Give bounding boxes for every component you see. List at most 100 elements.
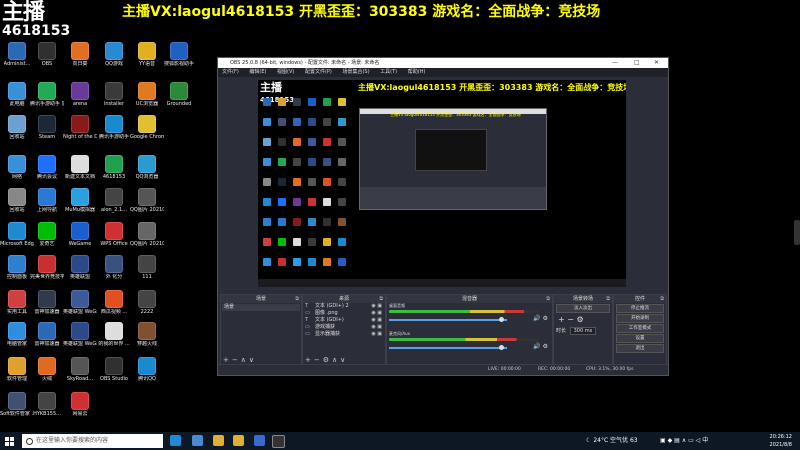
desktop-icon[interactable]: WPS Office xyxy=(97,222,131,247)
desktop-icon[interactable]: OBS xyxy=(30,42,64,67)
desktop-icon[interactable]: 上网导航 xyxy=(30,188,64,213)
desktop-icon[interactable]: 外 化分 xyxy=(97,255,131,280)
dock-float-icon[interactable]: ⧉ xyxy=(606,295,610,303)
desktop-icon[interactable]: 111 xyxy=(130,255,164,280)
desktop-icon[interactable]: 电脑管家 xyxy=(0,322,34,347)
desktop-icon[interactable]: 穿越火线 xyxy=(130,322,164,347)
desktop-icon[interactable]: SkyRoad... xyxy=(63,357,97,382)
add-icon[interactable]: + xyxy=(558,315,565,324)
desktop-icon[interactable]: Night of the Dead xyxy=(63,115,97,140)
move-up-icon[interactable]: ∧ xyxy=(332,356,337,364)
studio-mode-button[interactable]: 工作室模式 xyxy=(616,324,664,333)
desktop-icon[interactable]: 回收站 xyxy=(0,188,34,213)
desktop-icon[interactable]: 腾讯手游助手 xyxy=(97,115,131,140)
dock-float-icon[interactable]: ⧉ xyxy=(295,295,299,303)
menu-profile[interactable]: 配置文件(P) xyxy=(305,69,332,75)
desktop-icon[interactable]: Soft软件管家 ... xyxy=(0,392,34,417)
source-item[interactable]: ▭ 游戏捕获 ◉ ▣ xyxy=(303,324,385,331)
desktop-icon[interactable]: Grounded xyxy=(162,82,196,107)
desktop-icon[interactable]: WeGame xyxy=(63,222,97,247)
chevron-up-icon[interactable]: ∧ xyxy=(682,437,686,444)
desktop-icon[interactable]: 腾讯QQ xyxy=(130,357,164,382)
desktop-icon[interactable]: 完美世界竞技平台 xyxy=(30,255,64,280)
menu-help[interactable]: 帮助(H) xyxy=(408,69,426,75)
desktop-icon[interactable]: 网络 xyxy=(0,155,34,180)
menu-scene-collection[interactable]: 场景集合(S) xyxy=(342,69,369,75)
app-taskbar-icon[interactable] xyxy=(254,435,265,446)
desktop-icon[interactable]: arena xyxy=(63,82,97,107)
desktop-icon[interactable]: 英雄联盟 WeGame版 xyxy=(63,290,97,315)
stop-streaming-button[interactable]: 停止推流 xyxy=(616,304,664,313)
settings-button[interactable]: 设置 xyxy=(616,334,664,343)
volume-knob[interactable] xyxy=(499,317,504,322)
desktop-icon[interactable]: 的我的世界 ... xyxy=(97,322,131,347)
desktop-icon[interactable]: OBS Studio xyxy=(97,357,131,382)
source-item[interactable]: T 文本 (GDI+) 2 ◉ ▣ xyxy=(303,303,385,310)
desktop-icon[interactable]: Microsoft Edge xyxy=(0,222,34,247)
desktop-icon[interactable]: 回收站 xyxy=(0,115,34,140)
close-icon[interactable]: ✕ xyxy=(654,58,659,68)
desktop-icon[interactable]: QQ图片 20210803... xyxy=(130,222,164,247)
folder-taskbar-icon[interactable] xyxy=(233,435,244,446)
desktop-icon[interactable]: 英雄联盟 xyxy=(63,255,97,280)
desktop-icon[interactable]: installer xyxy=(97,82,131,107)
desktop-icon[interactable]: 向日葵 xyxy=(63,42,97,67)
remove-icon[interactable]: − xyxy=(314,356,320,364)
add-icon[interactable]: + xyxy=(223,356,229,364)
transition-select[interactable]: 淡入淡出 xyxy=(556,304,610,313)
desktop-icon[interactable]: HYKB155... xyxy=(30,392,64,417)
side-scroll-handle[interactable] xyxy=(794,220,800,245)
obs-title-bar[interactable]: OBS 25.0.8 (64-bit, windows) - 配置文件: 未命名… xyxy=(218,58,668,68)
speaker-gear-icon[interactable]: 🔊 ⚙ xyxy=(533,343,548,350)
move-down-icon[interactable]: ∨ xyxy=(340,356,345,364)
source-item[interactable]: ▭ 图像 .png ◉ ▣ xyxy=(303,310,385,317)
menu-tools[interactable]: 工具(T) xyxy=(380,69,397,75)
tray-app-icon[interactable]: ▤ xyxy=(674,437,680,444)
desktop-icon[interactable]: QQ图片 20210803... xyxy=(130,188,164,213)
obs-window[interactable]: OBS 25.0.8 (64-bit, windows) - 配置文件: 未命名… xyxy=(217,57,669,376)
desktop-icon[interactable]: 新建文本文档 xyxy=(63,155,97,180)
desktop-icon[interactable]: 爱奇艺 xyxy=(30,222,64,247)
desktop-icon[interactable]: 腾讯会议 xyxy=(30,155,64,180)
desktop-icon[interactable]: QQ浏览器 xyxy=(130,155,164,180)
start-recording-button[interactable]: 开始录制 xyxy=(616,314,664,323)
edge-taskbar-icon[interactable] xyxy=(170,435,181,446)
remove-icon[interactable]: − xyxy=(232,356,238,364)
dock-float-icon[interactable]: ⧉ xyxy=(546,295,550,303)
scene-item[interactable]: 场景 xyxy=(222,304,300,311)
menu-edit[interactable]: 编辑(E) xyxy=(249,69,266,75)
desktop-icon[interactable]: MuMu模拟器 xyxy=(63,188,97,213)
input-method-indicator[interactable]: 中 xyxy=(702,437,708,444)
volume-slider[interactable] xyxy=(389,347,507,349)
obs-preview-canvas[interactable]: 主播4618153 主播VX:laogul4618153 开黑歪歪：303383… xyxy=(258,80,626,287)
dock-float-icon[interactable]: ⧉ xyxy=(660,295,664,303)
desktop-icon[interactable]: 火绒 xyxy=(30,357,64,382)
taskbar-clock[interactable]: 20:26:12 2021/8/8 xyxy=(770,433,792,449)
add-icon[interactable]: + xyxy=(305,356,311,364)
desktop-icon[interactable]: Google Chrome xyxy=(130,115,164,140)
desktop-icon[interactable]: 网易云 xyxy=(63,392,97,417)
taskbar-search-input[interactable]: 在这里输入你要搜索的内容 xyxy=(22,434,163,448)
gear-icon[interactable]: ⚙ xyxy=(577,315,584,324)
desktop-icon[interactable]: 腾讯手游助手 加速器 xyxy=(30,82,64,107)
volume-slider[interactable] xyxy=(389,319,507,321)
gear-icon[interactable]: ⚙ xyxy=(323,356,329,364)
desktop-icon[interactable]: 英雄联盟 WeGame版 xyxy=(63,322,97,347)
desktop-icon[interactable]: 搜狐影视助手 xyxy=(162,42,196,67)
network-icon[interactable]: ▭ xyxy=(688,437,694,444)
source-item[interactable]: T 文本 (GDI+) ◉ ▣ xyxy=(303,317,385,324)
volume-icon[interactable]: ◁ xyxy=(696,437,701,444)
dock-float-icon[interactable]: ⧉ xyxy=(379,295,383,303)
desktop-icon[interactable]: 4618153 xyxy=(97,155,131,180)
desktop-icon[interactable]: QQ游戏 xyxy=(97,42,131,67)
volume-knob[interactable] xyxy=(499,345,504,350)
desktop-icon[interactable]: 雷神加速器 xyxy=(30,290,64,315)
obs-taskbar-icon[interactable] xyxy=(272,435,285,448)
tray-app-icon[interactable]: ▣ xyxy=(660,437,666,444)
desktop-icon[interactable]: aion_2.1... xyxy=(97,188,131,213)
desktop-icon[interactable]: Administ... xyxy=(0,42,34,67)
weather-widget[interactable]: ☾ 24°C 空气优 63 xyxy=(586,432,638,450)
desktop-icon[interactable]: UC浏览器 xyxy=(130,82,164,107)
move-up-icon[interactable]: ∧ xyxy=(241,356,246,364)
menu-view[interactable]: 视图(V) xyxy=(277,69,294,75)
